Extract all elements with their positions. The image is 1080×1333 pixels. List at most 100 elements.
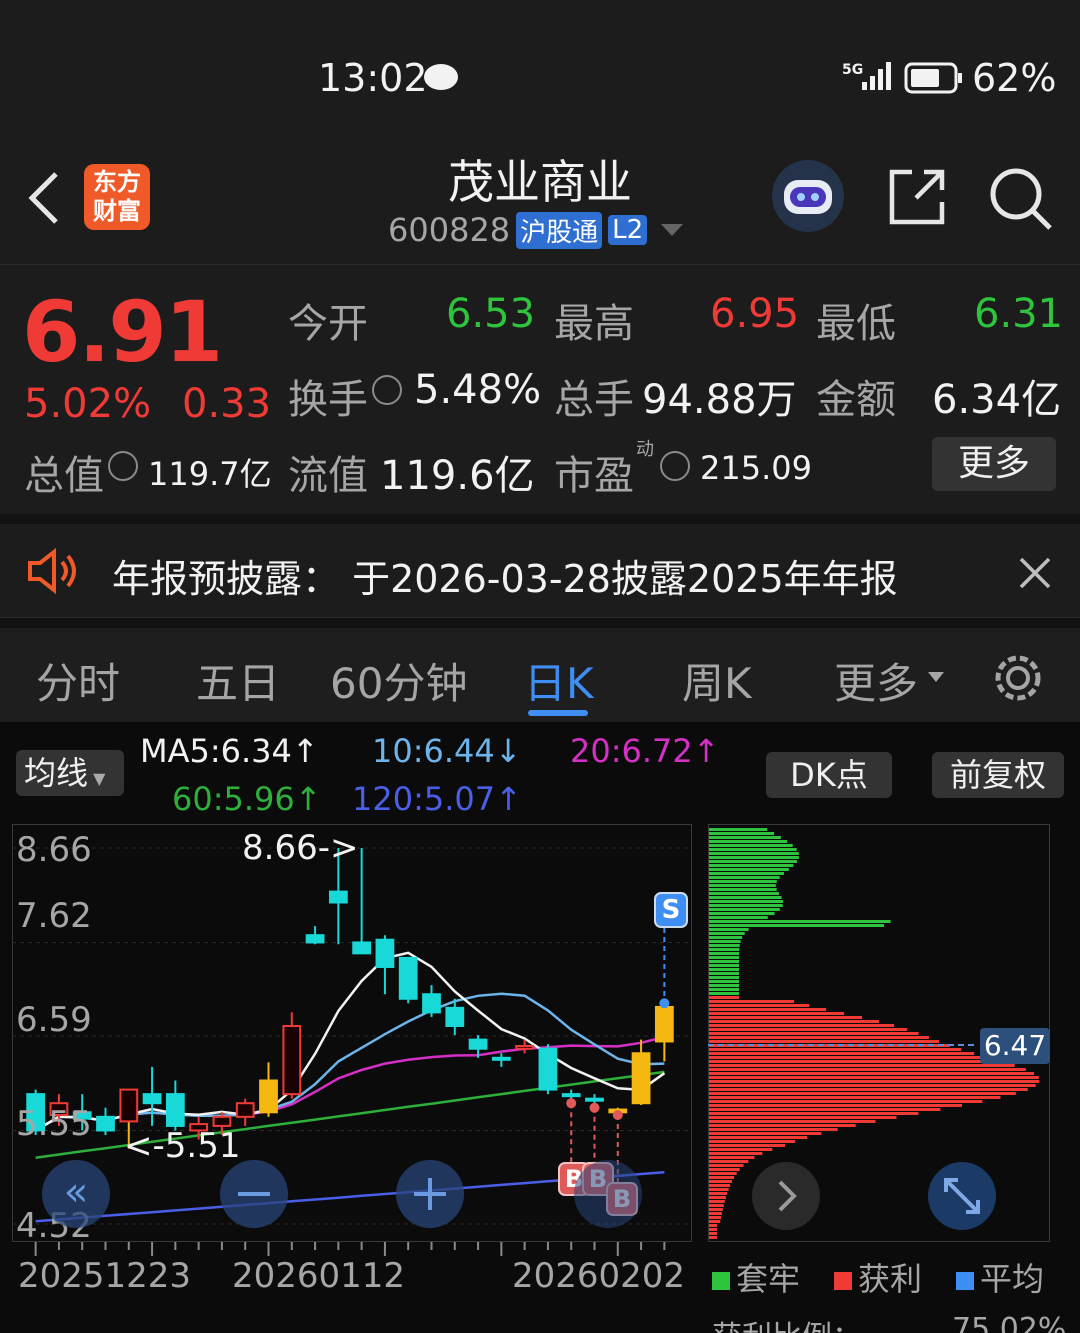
chip-bar (709, 1236, 717, 1239)
chevron-right-icon[interactable] (752, 1162, 820, 1230)
chip-bar (709, 1024, 895, 1027)
chip-bar (709, 912, 775, 915)
candle-body (422, 993, 441, 1014)
open-value: 6.53 (446, 291, 536, 337)
tab-more[interactable]: 更多 (834, 650, 918, 711)
chip-bar (709, 1176, 735, 1179)
assistant-robot-icon[interactable] (772, 160, 844, 232)
chip-bar (709, 1156, 755, 1159)
search-icon[interactable] (988, 166, 1054, 232)
chat-bubble-icon (424, 64, 458, 90)
turnover-label: 换手 (288, 377, 368, 423)
chip-bar (709, 1072, 1035, 1075)
volume-label: 总手 (554, 377, 634, 423)
chip-bar (709, 1140, 796, 1143)
chip-bar (709, 832, 775, 835)
more-caret-icon (928, 672, 944, 682)
chip-bar (709, 1032, 919, 1035)
zoom-out-icon[interactable] (220, 1160, 288, 1228)
chip-bar (709, 888, 777, 891)
amount-value: 6.34亿 (932, 377, 1062, 423)
chip-bar (709, 892, 779, 895)
chip-bar (709, 1100, 983, 1103)
chip-bar (709, 1064, 1015, 1067)
notice-bar[interactable]: 年报预披露： 于2026-03-28披露2025年年报 (0, 514, 1080, 618)
ma-selector-button[interactable]: 均线 ▼ (16, 750, 124, 796)
pe-superscript: 动 (636, 439, 654, 460)
chip-bar (709, 860, 797, 863)
amount-label: 金额 (816, 377, 896, 423)
chip-bar (709, 1164, 744, 1167)
volume-value: 94.88万 (642, 377, 797, 423)
dk-point-button[interactable]: DK点 (766, 752, 892, 798)
chip-bar (709, 1216, 722, 1219)
close-icon[interactable] (1018, 556, 1052, 590)
chip-bar (709, 1200, 725, 1203)
candle-body (468, 1038, 488, 1050)
chip-bar (709, 968, 740, 971)
change-percent: 5.02% (24, 381, 152, 427)
x-tick-label: 20260112 (232, 1256, 406, 1296)
chip-bar (709, 1000, 795, 1003)
candle-body (375, 938, 395, 968)
y-tick-label: 7.62 (16, 896, 92, 936)
chip-bar (709, 932, 745, 935)
chip-bar (709, 964, 740, 967)
chip-bar (709, 852, 799, 855)
chip-legend: 套牢 获利 平均 (712, 1254, 1044, 1300)
adjust-mode-button[interactable]: 前复权 (932, 752, 1064, 798)
share-icon[interactable] (886, 166, 948, 228)
chip-bar (709, 920, 891, 923)
candle-body (561, 1093, 581, 1098)
chip-bar (709, 944, 740, 947)
candle-body (96, 1115, 115, 1132)
chip-bar (709, 1228, 717, 1231)
candle-body (305, 934, 325, 944)
chip-bar (709, 1084, 1036, 1087)
candle-body (352, 941, 372, 955)
tab-intraday[interactable]: 分时 (36, 650, 120, 711)
status-bar: 13:02 5G 62% (0, 0, 1080, 140)
chip-bar (709, 1120, 876, 1123)
candle-body (515, 1044, 535, 1050)
legend-trapped: 套牢 (712, 1254, 800, 1300)
info-icon[interactable] (108, 451, 138, 481)
stock-code-row[interactable]: 600828 沪股通 L2 (388, 210, 684, 250)
chip-bar (709, 980, 739, 983)
chip-bar (709, 1196, 726, 1199)
info-icon[interactable] (372, 375, 402, 405)
chip-bar (709, 856, 799, 859)
scroll-left-icon[interactable]: « (42, 1160, 110, 1228)
x-tick-label: 20251223 (18, 1256, 192, 1296)
chip-bar (709, 1028, 908, 1031)
candle-body (398, 956, 418, 1000)
candle-body (119, 1088, 139, 1123)
candle-body (654, 1005, 674, 1043)
chip-bar (709, 1116, 897, 1119)
low-label: 最低 (816, 301, 896, 347)
sell-signal-badge[interactable]: S (654, 892, 688, 928)
fullscreen-expand-icon[interactable] (928, 1162, 996, 1230)
ma20-value: 20:6.72↑ (570, 732, 720, 770)
stock-code: 600828 (388, 211, 511, 249)
zoom-in-icon[interactable] (396, 1160, 464, 1228)
open-label: 今开 (288, 301, 368, 347)
chip-bar (709, 1204, 724, 1207)
profit-ratio-label: 获利比例： (712, 1312, 862, 1333)
ma10-value: 10:6.44↓ (372, 732, 522, 770)
candle-body (212, 1115, 232, 1127)
chip-bar (709, 1080, 1040, 1083)
tab-daily-k[interactable]: 日K (524, 650, 594, 711)
chip-bar (709, 1168, 740, 1171)
high-annotation: 8.66-> (242, 828, 359, 868)
chip-bar (709, 1056, 988, 1059)
tab-weekly-k[interactable]: 周K (682, 650, 752, 711)
tab-60min[interactable]: 60分钟 (330, 650, 467, 711)
info-icon[interactable] (660, 451, 690, 481)
settings-gear-icon[interactable] (990, 650, 1046, 706)
scroll-right-icon[interactable] (574, 1160, 642, 1228)
tab-five-day[interactable]: 五日 (196, 650, 280, 711)
more-quote-button[interactable]: 更多 (932, 437, 1056, 491)
chip-bar (709, 1124, 856, 1127)
chip-bar (709, 1076, 1039, 1079)
